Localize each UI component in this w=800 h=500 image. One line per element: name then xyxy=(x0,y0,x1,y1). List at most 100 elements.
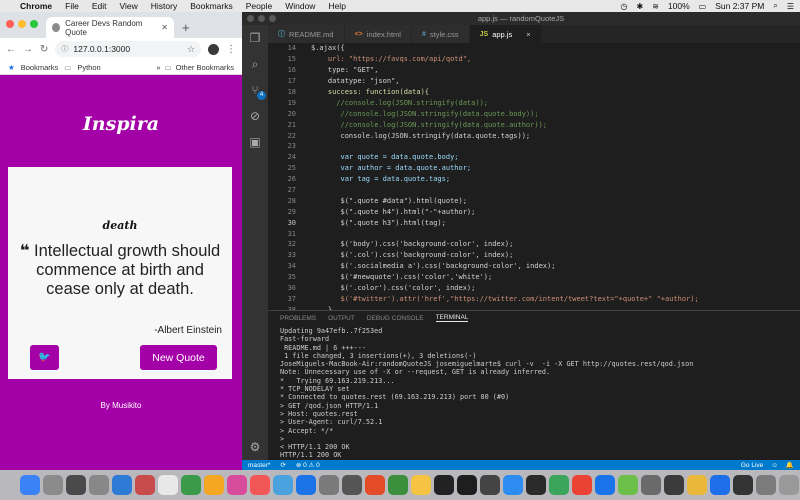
other-bookmarks-label[interactable]: Other Bookmarks xyxy=(176,63,234,72)
code-line[interactable]: 15 url: "https://favqs.com/api/qotd", xyxy=(268,54,800,65)
dock-app-icon[interactable] xyxy=(66,475,86,495)
dock-app-icon[interactable] xyxy=(710,475,730,495)
info-icon[interactable]: ⓘ xyxy=(61,44,68,54)
code-text[interactable]: datatype: "json", xyxy=(296,77,400,85)
chrome-menu-icon[interactable]: ⋮ xyxy=(226,44,236,55)
bookmark-star-icon[interactable]: ☆ xyxy=(187,44,195,55)
dock-app-icon[interactable] xyxy=(549,475,569,495)
dock-app-icon[interactable] xyxy=(204,475,224,495)
dock-app-icon[interactable] xyxy=(434,475,454,495)
tab-style-css[interactable]: # style.css xyxy=(411,25,470,43)
back-icon[interactable]: ← xyxy=(6,44,16,55)
battery-percentage[interactable]: 100% xyxy=(668,1,690,11)
panel-tab-debug-console[interactable]: DEBUG CONSOLE xyxy=(367,315,424,322)
bookmark-item-python[interactable]: Python xyxy=(77,63,100,72)
dock-app-icon[interactable] xyxy=(526,475,546,495)
sync-icon[interactable]: ⟳ xyxy=(280,461,285,469)
code-text[interactable]: //console.log(JSON.stringify(data)); xyxy=(296,99,488,107)
dock-app-icon[interactable] xyxy=(664,475,684,495)
panel-tab-problems[interactable]: PROBLEMS xyxy=(280,315,316,322)
new-quote-button[interactable]: New Quote xyxy=(140,345,217,370)
code-line[interactable]: 20 //console.log(JSON.stringify(data.quo… xyxy=(268,108,800,119)
url-text[interactable]: 127.0.0.1:3000 xyxy=(73,44,130,54)
code-text[interactable]: $.ajax({ xyxy=(296,44,345,52)
zoom-window-button[interactable] xyxy=(30,20,38,28)
code-line[interactable]: 34 $('.socialmedia a').css('background-c… xyxy=(268,261,800,272)
code-text[interactable]: var author = data.quote.author; xyxy=(296,164,472,172)
code-line[interactable]: 33 $('.col').css('background-color', ind… xyxy=(268,250,800,261)
code-text[interactable]: $('#newquote').css('color','white'); xyxy=(296,273,493,281)
code-text[interactable]: type: "GET", xyxy=(296,66,379,74)
bluetooth-icon[interactable]: ✱ xyxy=(636,2,643,11)
menu-window[interactable]: Window xyxy=(285,1,315,11)
timemachine-icon[interactable]: ◷ xyxy=(621,2,628,11)
search-icon[interactable]: ⌕ xyxy=(773,1,777,11)
dock-app-icon[interactable] xyxy=(181,475,201,495)
dock-app-icon[interactable] xyxy=(365,475,385,495)
code-text[interactable]: $('#twitter').attr('href',"https://twitt… xyxy=(296,295,699,303)
code-line[interactable]: 28 $(".quote #data").html(quote); xyxy=(268,195,800,206)
dock-app-icon[interactable] xyxy=(158,475,178,495)
menubar-clock[interactable]: Sun 2:37 PM xyxy=(715,1,764,11)
terminal-output[interactable]: Updating 9a47efb..7f253ed Fast-forward RE… xyxy=(268,325,800,460)
code-text[interactable]: $('body').css('background-color', index)… xyxy=(296,240,514,248)
new-tab-button[interactable]: + xyxy=(182,20,190,35)
dock-app-icon[interactable] xyxy=(779,475,799,495)
dock-app-icon[interactable] xyxy=(572,475,592,495)
menu-people[interactable]: People xyxy=(246,1,272,11)
menu-view[interactable]: View xyxy=(119,1,137,11)
code-text[interactable]: $(".quote #data").html(quote); xyxy=(296,197,467,205)
dock-app-icon[interactable] xyxy=(457,475,477,495)
code-line[interactable]: 27 xyxy=(268,185,800,196)
dock-app-icon[interactable] xyxy=(733,475,753,495)
dock-app-icon[interactable] xyxy=(227,475,247,495)
dock-app-icon[interactable] xyxy=(135,475,155,495)
feedback-icon[interactable]: ☺ xyxy=(771,462,778,469)
extensions-icon[interactable]: ▣ xyxy=(242,129,268,155)
code-text[interactable]: $('.color').css('color', index); xyxy=(296,284,476,292)
wifi-icon[interactable]: ≋ xyxy=(652,2,659,11)
debug-icon[interactable]: ⊘ xyxy=(242,103,268,129)
panel-tab-output[interactable]: OUTPUT xyxy=(328,315,355,322)
dock-app-icon[interactable] xyxy=(618,475,638,495)
forward-icon[interactable]: → xyxy=(23,44,33,55)
code-line[interactable]: 19 //console.log(JSON.stringify(data)); xyxy=(268,97,800,108)
code-line[interactable]: 36 $('.color').css('color', index); xyxy=(268,283,800,294)
problems-count[interactable]: ⊗ 0 ⚠ 0 xyxy=(296,461,320,469)
dock-app-icon[interactable] xyxy=(20,475,40,495)
dock-app-icon[interactable] xyxy=(595,475,615,495)
code-text[interactable]: $(".quote h4").html("-"+author); xyxy=(296,208,476,216)
git-branch[interactable]: master* xyxy=(248,462,270,469)
profile-avatar[interactable] xyxy=(208,43,219,55)
address-bar[interactable]: ⓘ 127.0.0.1:3000 ☆ xyxy=(55,41,201,57)
tab-index-html[interactable]: <> index.html xyxy=(344,25,412,43)
panel-tab-terminal[interactable]: TERMINAL xyxy=(435,314,469,322)
menu-app-name[interactable]: Chrome xyxy=(20,1,52,11)
code-line[interactable]: 31 xyxy=(268,228,800,239)
dock-app-icon[interactable] xyxy=(503,475,523,495)
search-icon[interactable]: ⌕ xyxy=(242,51,268,77)
dock-app-icon[interactable] xyxy=(687,475,707,495)
code-text[interactable]: var tag = data.quote.tags; xyxy=(296,175,451,183)
code-line[interactable]: 35 $('#newquote').css('color','white'); xyxy=(268,272,800,283)
code-text[interactable]: url: "https://favqs.com/api/qotd", xyxy=(296,55,471,63)
menu-file[interactable]: File xyxy=(65,1,79,11)
code-line[interactable]: 21 //console.log(JSON.stringify(data.quo… xyxy=(268,119,800,130)
code-line[interactable]: 30 $(".quote h3").html(tag); xyxy=(268,217,800,228)
dock-app-icon[interactable] xyxy=(641,475,661,495)
code-line[interactable]: 26 var tag = data.quote.tags; xyxy=(268,174,800,185)
code-text[interactable]: console.log(JSON.stringify(data.quote.ta… xyxy=(296,132,531,140)
code-text[interactable]: //console.log(JSON.stringify(data.quote.… xyxy=(296,110,539,118)
close-icon[interactable]: × xyxy=(526,30,530,39)
chrome-tab-active[interactable]: Career Devs Random Quote ✕ xyxy=(46,17,174,38)
dock-app-icon[interactable] xyxy=(342,475,362,495)
code-line[interactable]: 24 var quote = data.quote.body; xyxy=(268,152,800,163)
minimize-window-button[interactable] xyxy=(18,20,26,28)
dock-app-icon[interactable] xyxy=(411,475,431,495)
dock-app-icon[interactable] xyxy=(112,475,132,495)
code-text[interactable]: $('.col').css('background-color', index)… xyxy=(296,251,514,259)
bell-icon[interactable]: 🔔 xyxy=(786,461,794,469)
code-line[interactable]: 22 console.log(JSON.stringify(data.quote… xyxy=(268,130,800,141)
code-editor[interactable]: 14 $.ajax({15 url: "https://favqs.com/api… xyxy=(268,43,800,325)
gear-icon[interactable]: ⚙ xyxy=(242,434,268,460)
